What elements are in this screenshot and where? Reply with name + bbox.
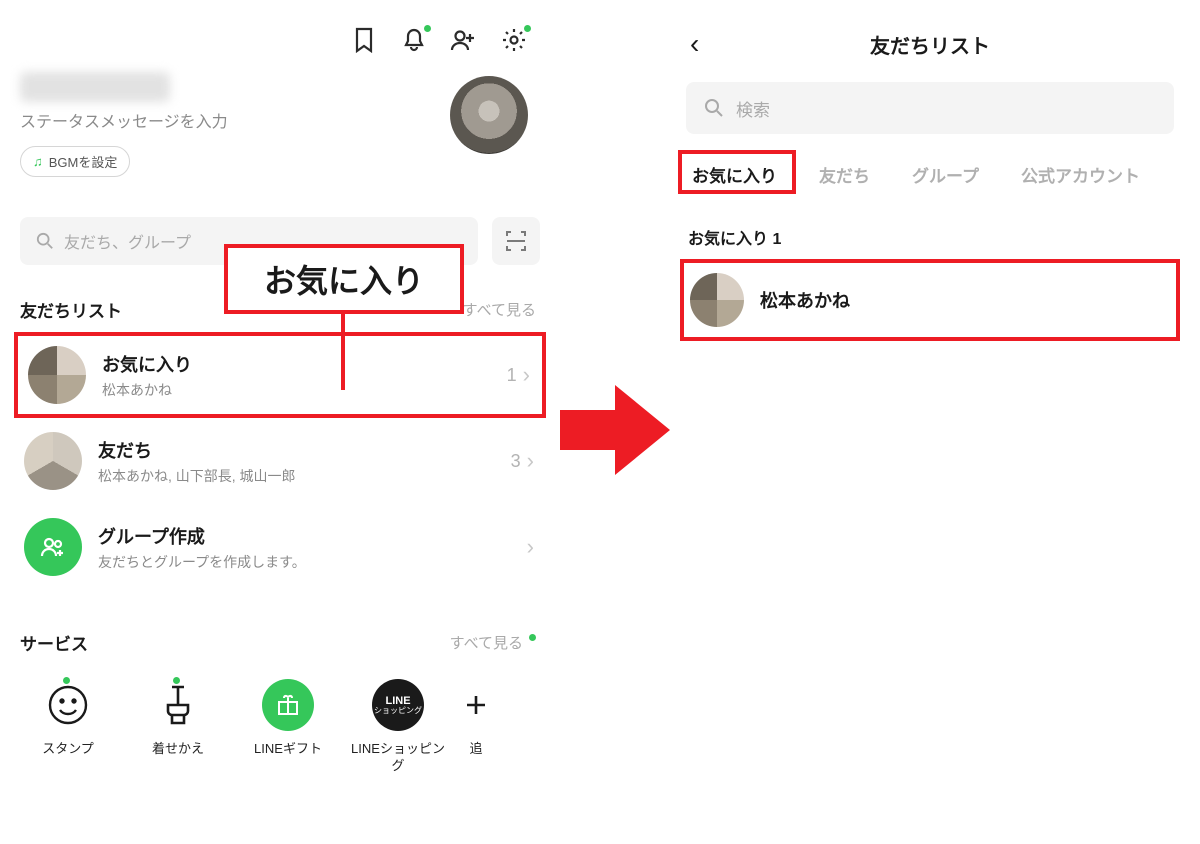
tab-groups[interactable]: グループ (906, 158, 985, 191)
service-gift-label: LINEギフト (254, 741, 322, 758)
bgm-label: BGMを設定 (49, 152, 118, 171)
qr-scan-button[interactable] (492, 217, 540, 265)
smiley-icon (42, 679, 94, 731)
gear-icon[interactable] (500, 26, 528, 54)
group-create-icon (24, 518, 82, 576)
chevron-right-icon: › (523, 362, 530, 388)
service-dot-icon (173, 677, 180, 684)
service-stamp-label: スタンプ (42, 741, 94, 758)
friends-row-title: 友だち (98, 437, 495, 463)
search-input[interactable]: 検索 (686, 82, 1174, 134)
friends-count: 3 (511, 451, 521, 472)
friends-list-title: 友だちリスト (20, 297, 122, 322)
favorites-row[interactable]: お気に入り 松本あかね 1 › (14, 332, 546, 418)
services-dot-icon (529, 634, 536, 641)
notification-dot-icon (424, 25, 431, 32)
service-dot-icon (63, 677, 70, 684)
friends-row-sub: 松本あかね, 山下部長, 城山一郎 (98, 466, 495, 486)
tabs-container: お気に入り 友だち グループ 公式アカウント (670, 134, 1190, 203)
callout-favorites: お気に入り (224, 244, 464, 314)
bell-icon[interactable] (400, 26, 428, 54)
contact-avatar (690, 273, 744, 327)
services-title: サービス (20, 630, 88, 655)
home-screen: ステータスメッセージを入力 ♫ BGMを設定 友だち、グループ お気に入り 友だ… (10, 10, 550, 830)
brush-icon (152, 679, 204, 731)
plus-icon (450, 679, 502, 731)
page-title: 友だちリスト (670, 30, 1190, 59)
tab-friends[interactable]: 友だち (813, 158, 876, 191)
contact-name: 松本あかね (760, 287, 850, 313)
tab-favorites[interactable]: お気に入り (686, 158, 783, 191)
search-placeholder: 検索 (736, 96, 770, 121)
bgm-chip[interactable]: ♫ BGMを設定 (20, 146, 130, 177)
see-all-friends-link[interactable]: すべて見る (463, 299, 536, 320)
see-all-services-label: すべて見る (450, 632, 523, 653)
friends-list-screen: ‹ 友だちリスト 検索 お気に入り 友だち グループ 公式アカウント お気に入り… (670, 10, 1190, 830)
status-message-placeholder[interactable]: ステータスメッセージを入力 (20, 108, 450, 132)
line-shopping-icon-text1: LINE (385, 695, 410, 707)
favorite-contact-row[interactable]: 松本あかね (680, 259, 1180, 341)
music-note-icon: ♫ (33, 154, 43, 169)
avatar[interactable] (450, 76, 528, 154)
search-icon (704, 98, 724, 118)
service-gift[interactable]: LINEギフト (236, 679, 340, 775)
chevron-right-icon: › (527, 534, 534, 560)
search-icon (36, 232, 54, 250)
service-stamp[interactable]: スタンプ (16, 679, 120, 775)
friends-avatar (24, 432, 82, 490)
see-all-services-link[interactable]: すべて見る (450, 632, 536, 653)
callout-connector-line (341, 314, 345, 390)
services-row: スタンプ 着せかえ LINEギフト LINE ショッピング LINEショッピング (10, 665, 550, 775)
service-shopping-label: LINEショッピング (346, 741, 450, 775)
tab-official[interactable]: 公式アカウント (1015, 158, 1146, 191)
service-shopping[interactable]: LINE ショッピング LINEショッピング (346, 679, 450, 775)
group-row-title: グループ作成 (98, 523, 511, 549)
service-theme[interactable]: 着せかえ (126, 679, 230, 775)
favorites-section-label: お気に入り 1 (670, 203, 1190, 259)
friends-row[interactable]: 友だち 松本あかね, 山下部長, 城山一郎 3 › (10, 418, 550, 504)
favorites-row-title: お気に入り (102, 351, 491, 377)
settings-dot-icon (524, 25, 531, 32)
big-arrow-icon (560, 380, 670, 480)
top-icon-bar (10, 10, 550, 66)
chevron-right-icon: › (527, 448, 534, 474)
back-button[interactable]: ‹ (690, 28, 699, 60)
qr-scan-icon (505, 230, 527, 252)
services-header: サービス すべて見る (10, 590, 550, 665)
profile-username-blurred (20, 72, 170, 102)
favorites-row-sub: 松本あかね (102, 380, 491, 400)
line-shopping-icon: LINE ショッピング (372, 679, 424, 731)
service-theme-label: 着せかえ (152, 741, 204, 758)
gift-icon (262, 679, 314, 731)
favorites-count: 1 (507, 365, 517, 386)
add-friend-icon[interactable] (450, 26, 478, 54)
favorites-avatar (28, 346, 86, 404)
line-shopping-icon-text2: ショッピング (374, 707, 422, 716)
service-more-label: 追 (469, 741, 482, 758)
search-placeholder: 友だち、グループ (64, 229, 191, 253)
group-row-sub: 友だちとグループを作成します。 (98, 552, 511, 572)
profile-block[interactable]: ステータスメッセージを入力 ♫ BGMを設定 (10, 66, 550, 187)
bookmark-icon[interactable] (350, 26, 378, 54)
create-group-row[interactable]: グループ作成 友だちとグループを作成します。 › (10, 504, 550, 590)
service-more[interactable]: 追 (456, 679, 496, 775)
header-bar: ‹ 友だちリスト (670, 10, 1190, 70)
